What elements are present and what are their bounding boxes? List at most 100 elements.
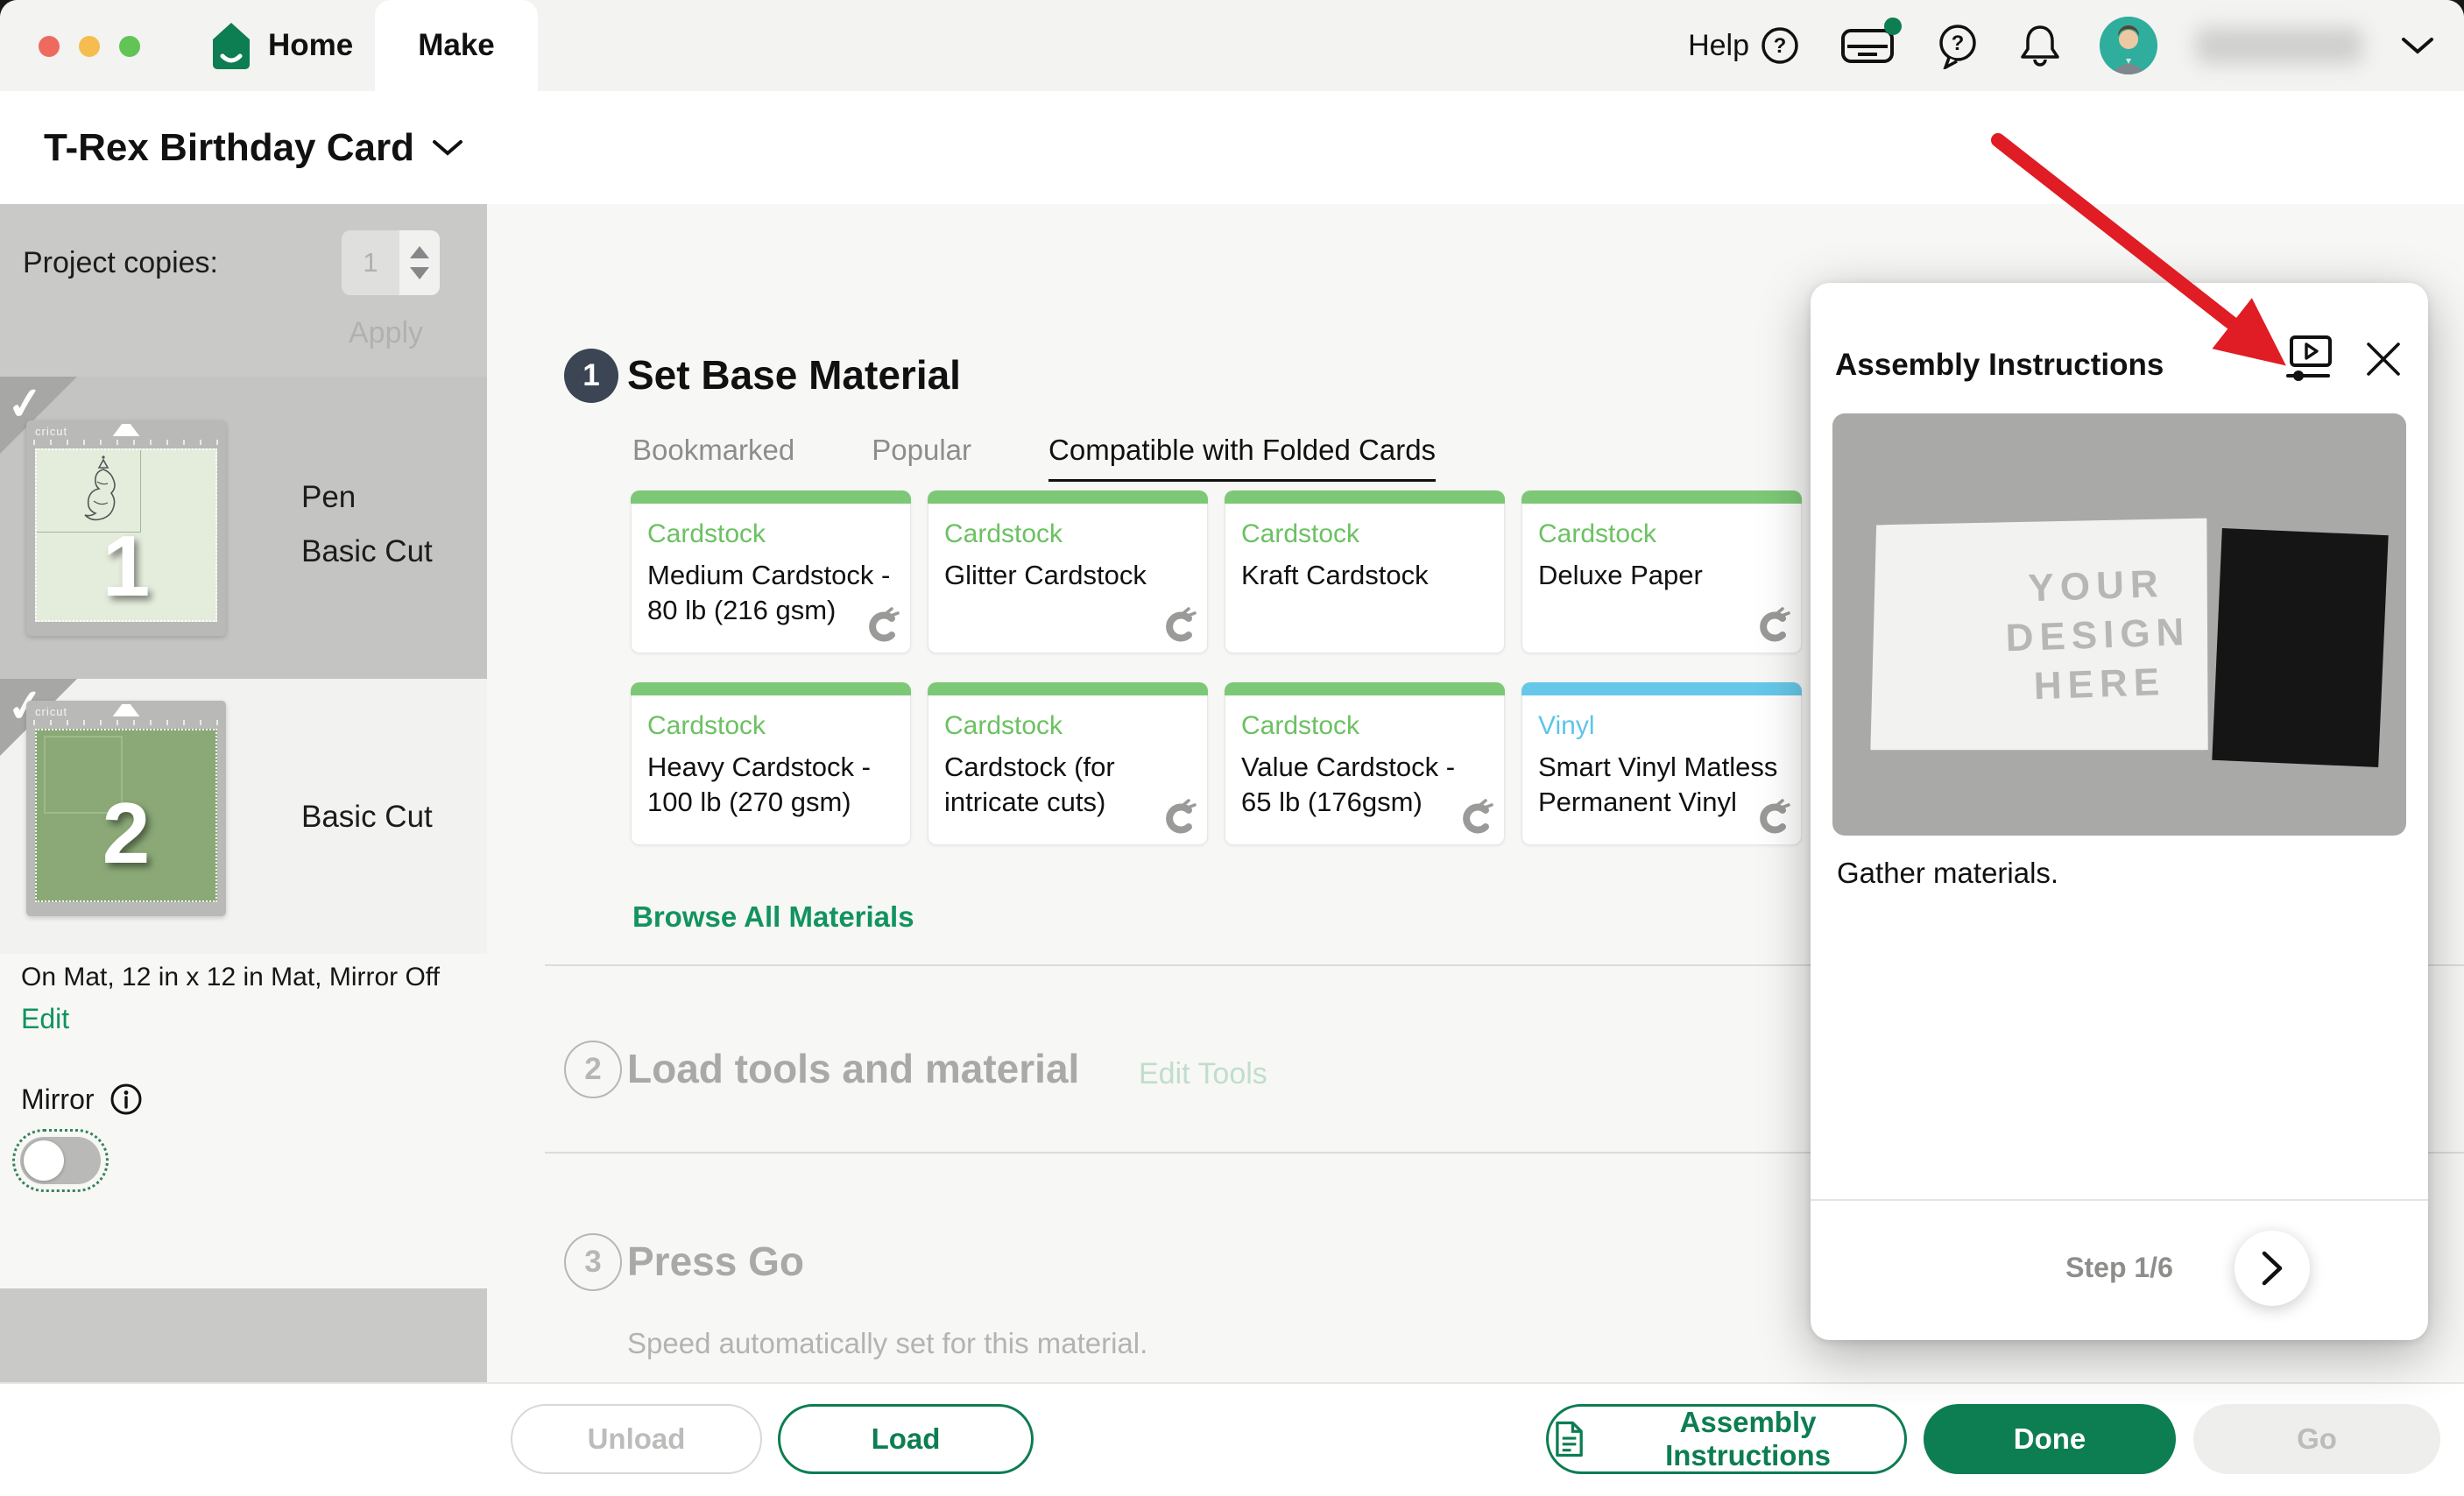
mat-2-cut-label: Basic Cut [301,800,433,835]
tab-make-active[interactable]: Make [375,0,538,91]
zoom-window-button[interactable] [119,36,140,57]
project-title-chevron-icon [432,138,463,158]
step-1-title: Set Base Material [627,351,961,399]
close-window-button[interactable] [39,36,60,57]
project-title-dropdown[interactable]: T-Rex Birthday Card [44,91,463,204]
step-3-badge: 3 [564,1233,622,1291]
traffic-lights [39,36,140,57]
home-icon [208,21,254,70]
copies-value: 1 [342,230,399,295]
material-tabs: Bookmarked Popular Compatible with Folde… [632,434,1436,482]
copies-stepper[interactable] [399,230,440,295]
assembly-instructions-panel: Assembly Instructions YOUR DESIGN HERE G… [1811,283,2428,1340]
material-category: Cardstock [1241,519,1359,549]
browse-all-materials-link[interactable]: Browse All Materials [632,900,914,934]
home-tab-label: Home [268,28,353,63]
material-name: Glitter Cardstock [944,558,1195,593]
step-3-note: Speed automatically set for this materia… [627,1327,1147,1360]
material-color-bar [1225,682,1505,695]
mat-2-thumbnail[interactable]: cricut 2 [26,701,226,916]
project-copies-label: Project copies: [23,246,218,280]
mat-item-1[interactable]: ✓ cricut 1 Pen Basic Cut [0,377,487,679]
info-icon[interactable] [109,1082,144,1117]
stepper-down-icon[interactable] [410,267,429,279]
tab-home[interactable]: Home [208,0,353,91]
load-button[interactable]: Load [778,1404,1034,1474]
close-icon[interactable] [2363,339,2404,379]
cricut-bug-icon [863,607,901,646]
material-name: Value Cardstock - 65 lb (176gsm) [1241,750,1492,820]
mat-item-2[interactable]: ✓ cricut 2 Basic Cut [0,679,487,954]
svg-text:?: ? [1952,32,1965,55]
sidebar-footer-strip [0,1288,487,1384]
cricut-bug-icon [1754,607,1792,646]
mirror-toggle[interactable] [12,1129,109,1192]
stencil-line: HERE [2007,656,2193,711]
mat-1-thumbnail[interactable]: cricut 1 [26,420,226,636]
feedback-question-icon[interactable]: ? [1935,22,1980,69]
minimize-window-button[interactable] [79,36,100,57]
help-menu[interactable]: Help ? [1688,25,1800,66]
project-header: T-Rex Birthday Card [0,91,2464,204]
project-title: T-Rex Birthday Card [44,126,414,170]
mat-notch [105,424,147,436]
copies-input[interactable]: 1 [342,230,440,295]
material-card[interactable]: Cardstock Deluxe Paper [1521,490,1802,653]
material-name: Smart Vinyl Matless Permanent Vinyl [1538,750,1789,820]
account-chevron-down-icon[interactable] [2401,36,2434,55]
material-card[interactable]: Cardstock Cardstock (for intricate cuts) [928,682,1208,845]
mat-ruler-ticks [33,440,219,445]
material-card[interactable]: Cardstock Medium Cardstock - 80 lb (216 … [631,490,911,653]
step-2-title: Load tools and material [627,1045,1079,1092]
cricut-brand: cricut [35,425,67,438]
black-cardstock-photo [2212,528,2388,767]
instruction-caption: Gather materials. [1837,857,2058,890]
assembly-instructions-button-label: Assembly Instructions [1597,1406,1899,1472]
stencil-line: DESIGN [2005,607,2192,662]
video-instructions-icon[interactable] [2284,332,2335,386]
mat-1-number: 1 [26,517,226,616]
apply-button[interactable]: Apply [349,316,423,350]
material-card[interactable]: Cardstock Glitter Cardstock [928,490,1208,653]
material-category: Cardstock [944,711,1063,741]
unload-button[interactable]: Unload [511,1404,762,1474]
edit-mat-link[interactable]: Edit [21,1003,69,1035]
tab-bookmarked[interactable]: Bookmarked [632,434,794,482]
material-color-bar [1521,682,1802,695]
material-card[interactable]: Vinyl Smart Vinyl Matless Permanent Viny… [1521,682,1802,845]
notifications-bell-icon[interactable] [2019,23,2061,68]
chevron-right-icon [2259,1250,2285,1287]
material-card[interactable]: Cardstock Kraft Cardstock [1225,490,1505,653]
mirror-label: Mirror [21,1083,95,1116]
help-circle-icon: ? [1760,25,1800,66]
tab-compatible-folded-cards[interactable]: Compatible with Folded Cards [1048,434,1436,482]
next-step-button[interactable] [2235,1231,2310,1306]
material-color-bar [928,490,1208,504]
stepper-up-icon[interactable] [410,246,429,258]
material-category: Cardstock [647,519,766,549]
mat-1-cut-label: Basic Cut [301,534,433,569]
project-copies-block: Project copies: 1 Apply [0,204,487,377]
help-label: Help [1688,29,1749,63]
material-category: Vinyl [1538,711,1594,741]
material-category: Cardstock [1241,711,1359,741]
material-card[interactable]: Cardstock Heavy Cardstock - 100 lb (270 … [631,682,911,845]
mat-settings-summary: On Mat, 12 in x 12 in Mat, Mirror Off [21,963,440,992]
cricut-bug-icon [1160,799,1198,837]
machine-status-icon[interactable] [1839,23,1896,68]
tab-popular[interactable]: Popular [872,434,971,482]
material-color-bar [631,682,911,695]
material-category: Cardstock [647,711,766,741]
avatar[interactable] [2100,17,2157,74]
mat-sidebar: Project copies: 1 Apply ✓ cricut [0,204,487,1384]
material-card-grid: Cardstock Medium Cardstock - 80 lb (216 … [631,490,1857,845]
assembly-instructions-button[interactable]: Assembly Instructions [1546,1404,1907,1474]
document-icon [1554,1421,1585,1457]
mirror-toggle-knob [24,1140,64,1181]
edit-tools-link[interactable]: Edit Tools [1139,1057,1267,1091]
material-category: Cardstock [1538,519,1656,549]
material-category: Cardstock [944,519,1063,549]
material-card[interactable]: Cardstock Value Cardstock - 65 lb (176gs… [1225,682,1505,845]
done-button[interactable]: Done [1924,1404,2176,1474]
go-button[interactable]: Go [2193,1404,2440,1474]
